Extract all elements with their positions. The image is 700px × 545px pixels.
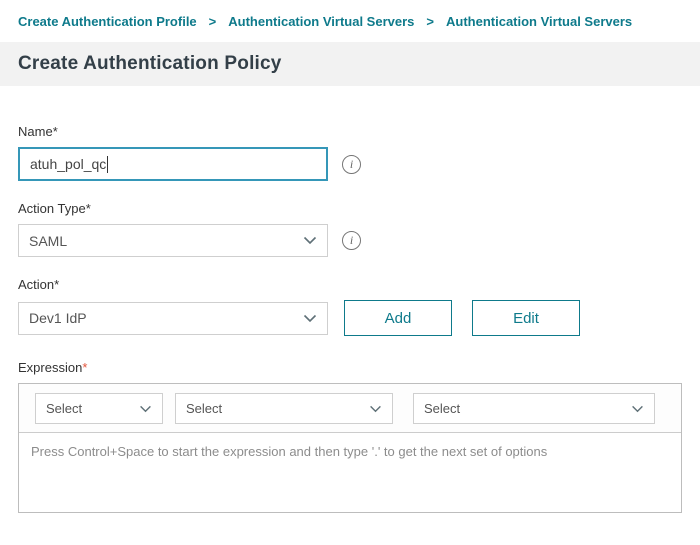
breadcrumb-separator-icon: > xyxy=(209,14,217,29)
name-info-icon[interactable]: i xyxy=(342,155,361,174)
chevron-down-icon xyxy=(303,314,317,323)
add-button[interactable]: Add xyxy=(344,300,452,336)
expression-select-1[interactable]: Select xyxy=(35,393,163,424)
action-type-label-text: Action Type xyxy=(18,201,86,216)
action-type-selected-value: SAML xyxy=(29,233,67,249)
page-title: Create Authentication Policy xyxy=(18,53,282,75)
chevron-down-icon xyxy=(369,401,382,416)
chevron-down-icon xyxy=(631,401,644,416)
expression-select-2-value: Select xyxy=(186,401,222,416)
action-selected-value: Dev1 IdP xyxy=(29,310,87,326)
action-required-marker: * xyxy=(54,277,59,292)
breadcrumb-link-authentication-virtual-servers[interactable]: Authentication Virtual Servers xyxy=(228,14,414,29)
action-type-label: Action Type* xyxy=(18,201,682,216)
expression-select-1-value: Select xyxy=(46,401,82,416)
action-field: Action* Dev1 IdP Add Edit xyxy=(18,277,682,336)
action-type-select[interactable]: SAML xyxy=(18,224,328,257)
name-required-marker: * xyxy=(53,124,58,139)
name-input[interactable]: atuh_pol_qc xyxy=(18,147,328,181)
expression-required-marker: * xyxy=(82,360,87,375)
chevron-down-icon xyxy=(139,401,152,416)
action-type-info-icon[interactable]: i xyxy=(342,231,361,250)
breadcrumb-link-authentication-virtual-servers-2[interactable]: Authentication Virtual Servers xyxy=(446,14,632,29)
create-authentication-policy-form: Name* atuh_pol_qc i Action Type* SAML i xyxy=(0,86,700,513)
action-select[interactable]: Dev1 IdP xyxy=(18,302,328,335)
expression-label-text: Expression xyxy=(18,360,82,375)
expression-select-2[interactable]: Select xyxy=(175,393,393,424)
breadcrumb: Create Authentication Profile > Authenti… xyxy=(0,0,700,42)
expression-editor-input[interactable]: Press Control+Space to start the express… xyxy=(19,432,681,512)
page-header: Create Authentication Policy xyxy=(0,42,700,86)
chevron-down-icon xyxy=(303,236,317,245)
text-caret xyxy=(107,156,108,173)
expression-builder: Select Select Select xyxy=(18,383,682,513)
name-field: Name* atuh_pol_qc i xyxy=(18,124,682,181)
expression-toolbar: Select Select Select xyxy=(19,384,681,432)
name-input-value: atuh_pol_qc xyxy=(30,156,106,172)
expression-select-3-value: Select xyxy=(424,401,460,416)
expression-select-3[interactable]: Select xyxy=(413,393,655,424)
name-label-text: Name xyxy=(18,124,53,139)
expression-label: Expression* xyxy=(18,360,682,375)
action-type-required-marker: * xyxy=(86,201,91,216)
breadcrumb-separator-icon: > xyxy=(426,14,434,29)
name-label: Name* xyxy=(18,124,682,139)
action-label-text: Action xyxy=(18,277,54,292)
action-label: Action* xyxy=(18,277,682,292)
expression-field: Expression* Select Select Select xyxy=(18,360,682,513)
edit-button[interactable]: Edit xyxy=(472,300,580,336)
action-type-field: Action Type* SAML i xyxy=(18,201,682,257)
breadcrumb-link-create-authentication-profile[interactable]: Create Authentication Profile xyxy=(18,14,197,29)
expression-placeholder: Press Control+Space to start the express… xyxy=(31,444,547,459)
